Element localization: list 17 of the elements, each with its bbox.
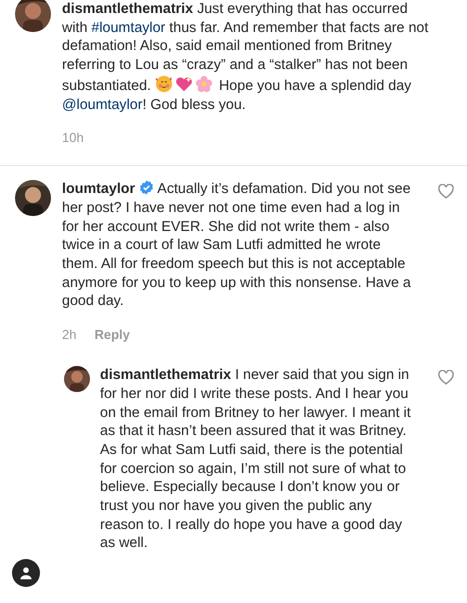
smiling-face-icon <box>155 74 173 93</box>
comment-time: 10h <box>62 130 84 146</box>
like-heart-icon[interactable] <box>438 184 454 200</box>
heart-icon <box>175 74 193 93</box>
username-link[interactable]: dismantlethematrix <box>62 1 194 17</box>
mention-link[interactable]: @loumtaylor <box>62 96 142 113</box>
comment-text: loumtaylor Actually it’s defamation. Did you not see her post? I have never not one time even had a log in for her account EVER. She did not write them - also twice in a court of law Sam Lutfi admitted he wrote them. All for freedom speech but this is not acceptable anymore for you to keep up with this nonsense. Have a good day. <box>62 180 412 312</box>
username-link[interactable]: loumtaylor <box>62 181 136 198</box>
comment-text: dismantlethematrix Just everything that has occurred with #loumtaylor thus far. And remember that facts are not defamation! Also, said email mentioned from Britney referring to Lou as “crazy” and a “stalker” has not been substantiated. Hope you have a splendid day @loumtaylor! God bless you. <box>62 0 430 114</box>
like-heart-icon[interactable] <box>438 370 454 386</box>
profile-button[interactable] <box>12 559 40 587</box>
comment-text: dismantlethematrix I never said that you sign in for her nor did I write these posts. And I hear you on the email from Britney to her lawyer. I meant it as that it hasn’t been assured that it was Britney. As for what Sam Lutfi said, there is the potential for coercion so again, I’m still not sure of what to believe. Especially because I don’t know you or trust you nor have you given the public any reason to. I really do hope you have a good day as well. <box>100 366 412 554</box>
mention-link[interactable]: #loumtaylor <box>91 20 166 36</box>
person-icon <box>19 566 33 580</box>
username-link[interactable]: dismantlethematrix <box>100 367 232 384</box>
flower-icon <box>195 74 213 93</box>
comment-time: 2h <box>62 327 76 342</box>
